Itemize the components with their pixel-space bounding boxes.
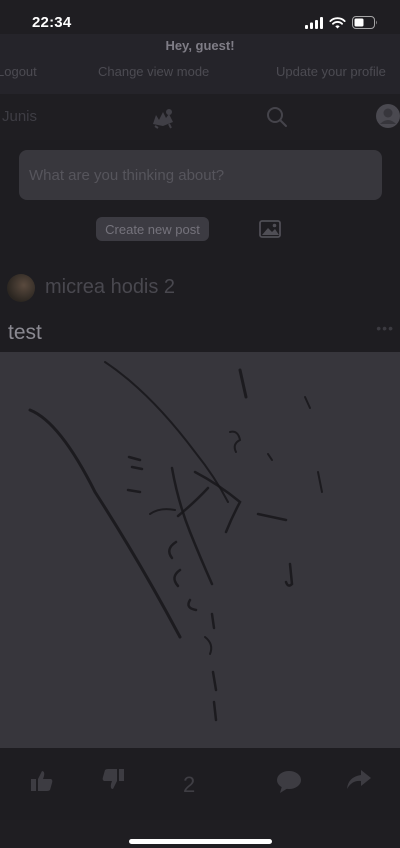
thumbs-up-icon[interactable] — [30, 770, 54, 792]
image-icon[interactable] — [259, 220, 281, 238]
post-image — [0, 352, 400, 748]
nav-bar: Junis — [0, 94, 400, 140]
search-icon[interactable] — [265, 105, 289, 129]
change-view-mode-link[interactable]: Change view mode — [98, 64, 209, 79]
post-title: test — [8, 321, 42, 344]
share-icon[interactable] — [346, 769, 372, 791]
post-header: micrea hodis 2 — [0, 268, 400, 308]
avatar[interactable] — [7, 274, 35, 302]
more-options-icon[interactable]: ••• — [376, 320, 394, 336]
home-indicator[interactable] — [129, 839, 272, 844]
greeting-text: Hey, guest! — [165, 38, 235, 53]
post-actions — [0, 748, 400, 816]
wifi-icon — [329, 16, 346, 28]
battery-icon — [352, 16, 377, 29]
create-post-button[interactable]: Create new post — [96, 217, 209, 241]
author-name[interactable]: micrea hodis 2 — [45, 276, 175, 299]
status-icons — [305, 16, 378, 29]
update-profile-link[interactable]: Update your profile — [276, 64, 386, 79]
status-time: 22:34 — [32, 14, 72, 31]
post-input[interactable] — [19, 150, 382, 200]
logout-link[interactable]: Logout — [0, 64, 37, 79]
logo-icon[interactable] — [149, 106, 177, 130]
header-bar: Hey, guest! Logout Change view mode Upda… — [0, 34, 400, 94]
thumbs-down-icon[interactable] — [101, 768, 125, 790]
like-count: 2 — [183, 772, 196, 797]
comment-icon[interactable] — [276, 770, 302, 794]
header-menu: Logout Change view mode Update your prof… — [0, 64, 400, 84]
profile-icon[interactable] — [375, 103, 400, 129]
brand-name[interactable]: Junis — [2, 108, 37, 125]
signal-icon — [305, 16, 323, 29]
handwriting-drawing — [28, 361, 323, 722]
